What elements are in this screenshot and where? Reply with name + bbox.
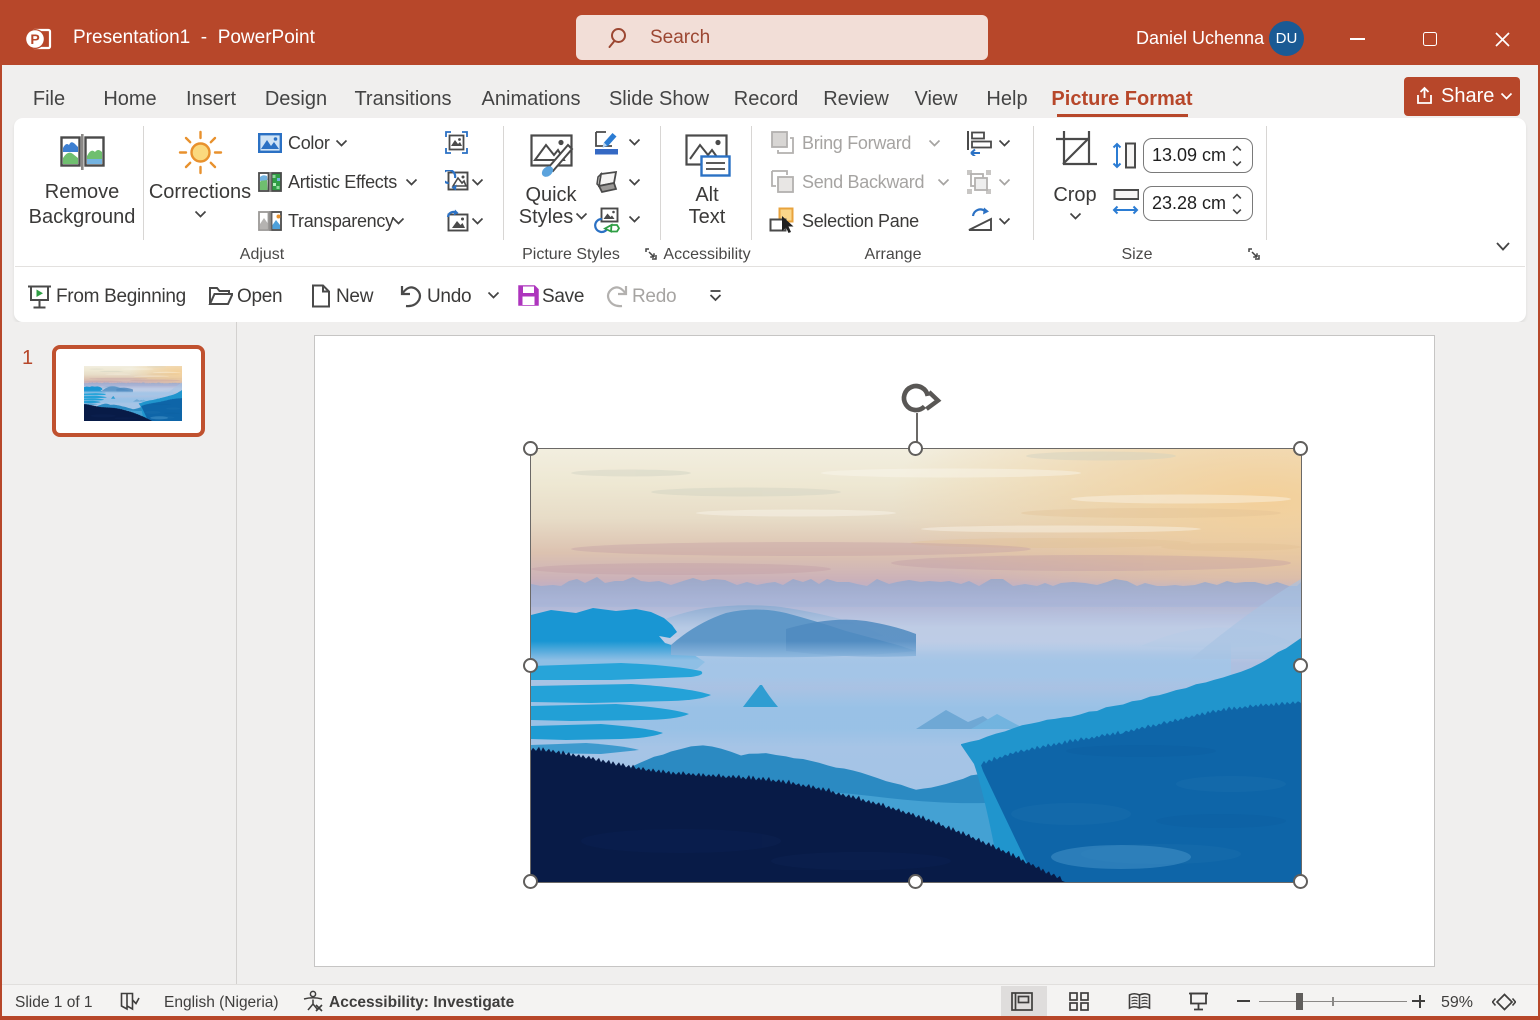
svg-text:P: P <box>30 31 39 47</box>
